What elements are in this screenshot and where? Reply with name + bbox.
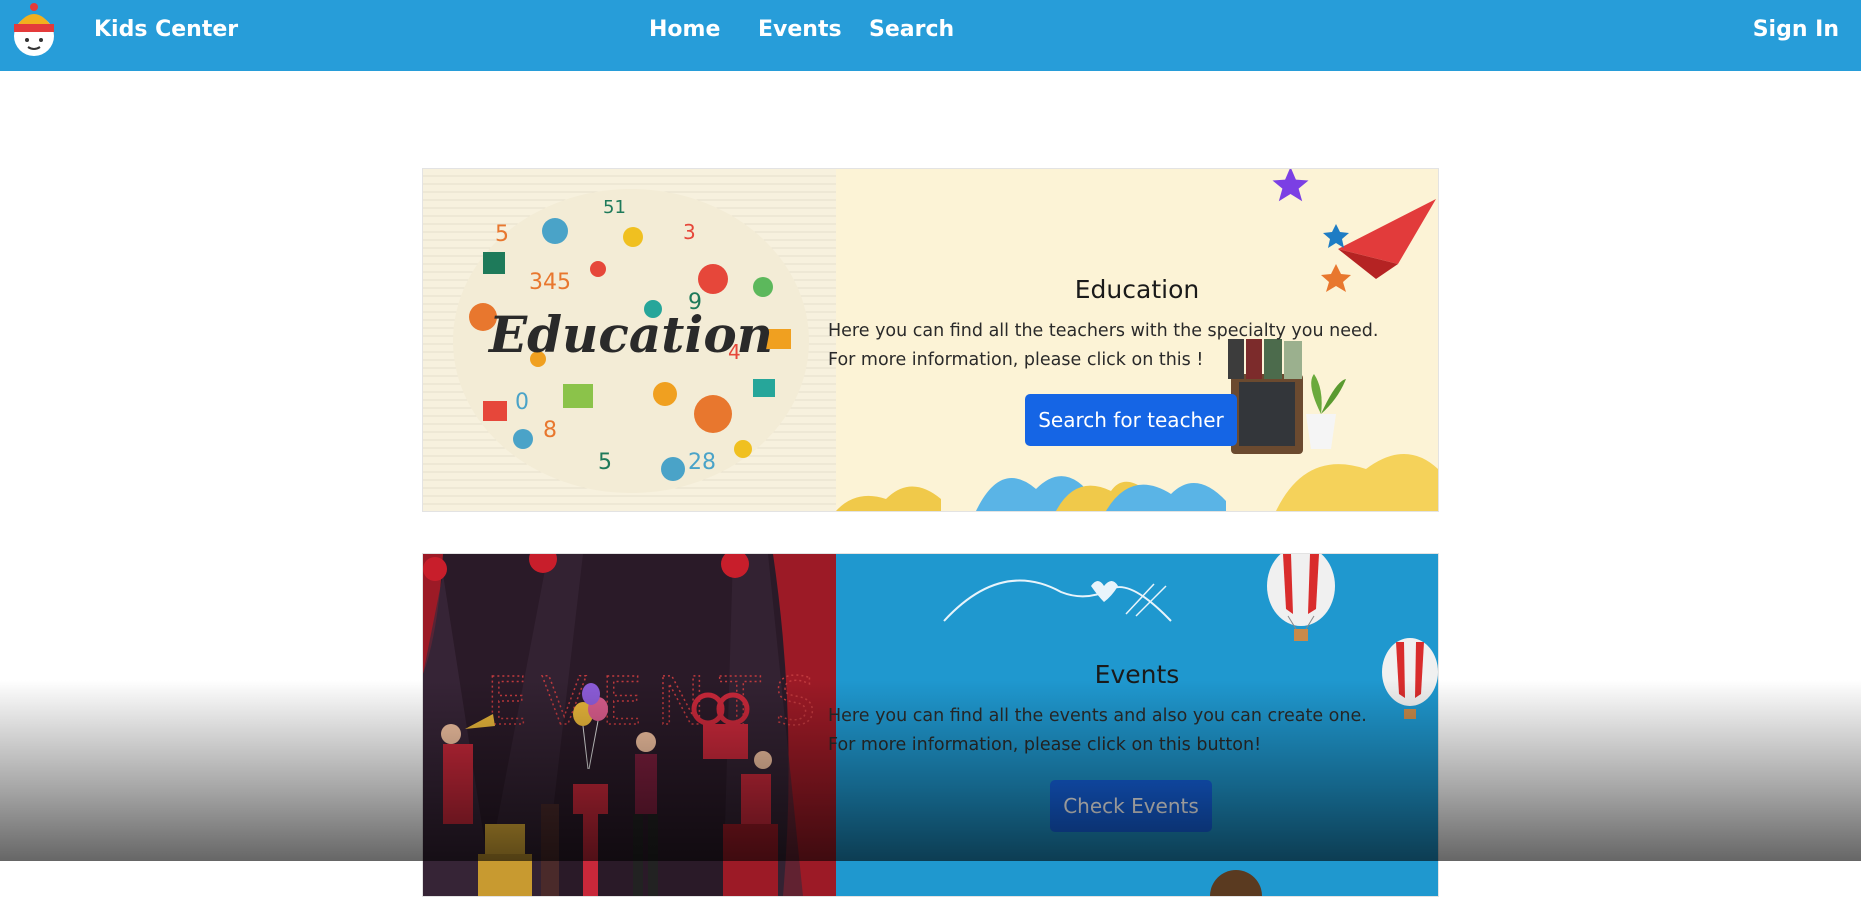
education-card-title: Education: [1074, 275, 1200, 304]
events-card-text: Here you can find all the events and als…: [828, 706, 1367, 755]
svg-text:3: 3: [683, 220, 696, 244]
events-card-body: Events Here you can find all the events …: [828, 554, 1438, 896]
events-card-title: Events: [1094, 660, 1180, 689]
sign-in-link[interactable]: Sign In: [1753, 17, 1839, 42]
svg-text:51: 51: [603, 197, 626, 218]
svg-text:0: 0: [515, 390, 529, 415]
check-events-button[interactable]: Check Events: [1050, 780, 1212, 832]
education-image-lettering: Education: [487, 305, 773, 364]
education-card-body: Education Here you can find all the teac…: [828, 169, 1438, 511]
education-card: 5 51 3 345 9 0 8 5 28 4 Education Educat…: [422, 168, 1439, 512]
events-illustration: EVENTS: [423, 554, 836, 896]
events-image-lettering: EVENTS: [486, 663, 830, 740]
svg-text:345: 345: [529, 270, 571, 295]
svg-text:5: 5: [495, 222, 509, 247]
child-icon: [1210, 870, 1262, 896]
kid-logo-icon[interactable]: [8, 2, 60, 58]
nav-events[interactable]: Events: [758, 17, 842, 42]
education-illustration: 5 51 3 345 9 0 8 5 28 4 Education: [423, 169, 836, 511]
education-card-text: Here you can find all the teachers with …: [828, 321, 1379, 370]
svg-text:5: 5: [598, 450, 612, 475]
top-navbar: Kids Center Home Events Search Sign In: [0, 0, 1861, 71]
svg-text:28: 28: [688, 450, 716, 475]
brand-link[interactable]: Kids Center: [94, 17, 238, 42]
search-for-teacher-button[interactable]: Search for teacher: [1025, 394, 1237, 446]
nav-search[interactable]: Search: [869, 17, 954, 42]
hot-air-balloon-icon: [1267, 554, 1335, 641]
svg-text:8: 8: [543, 418, 557, 443]
events-card: EVENTS Events Here you can find all the …: [422, 553, 1439, 897]
nav-home[interactable]: Home: [649, 17, 720, 42]
